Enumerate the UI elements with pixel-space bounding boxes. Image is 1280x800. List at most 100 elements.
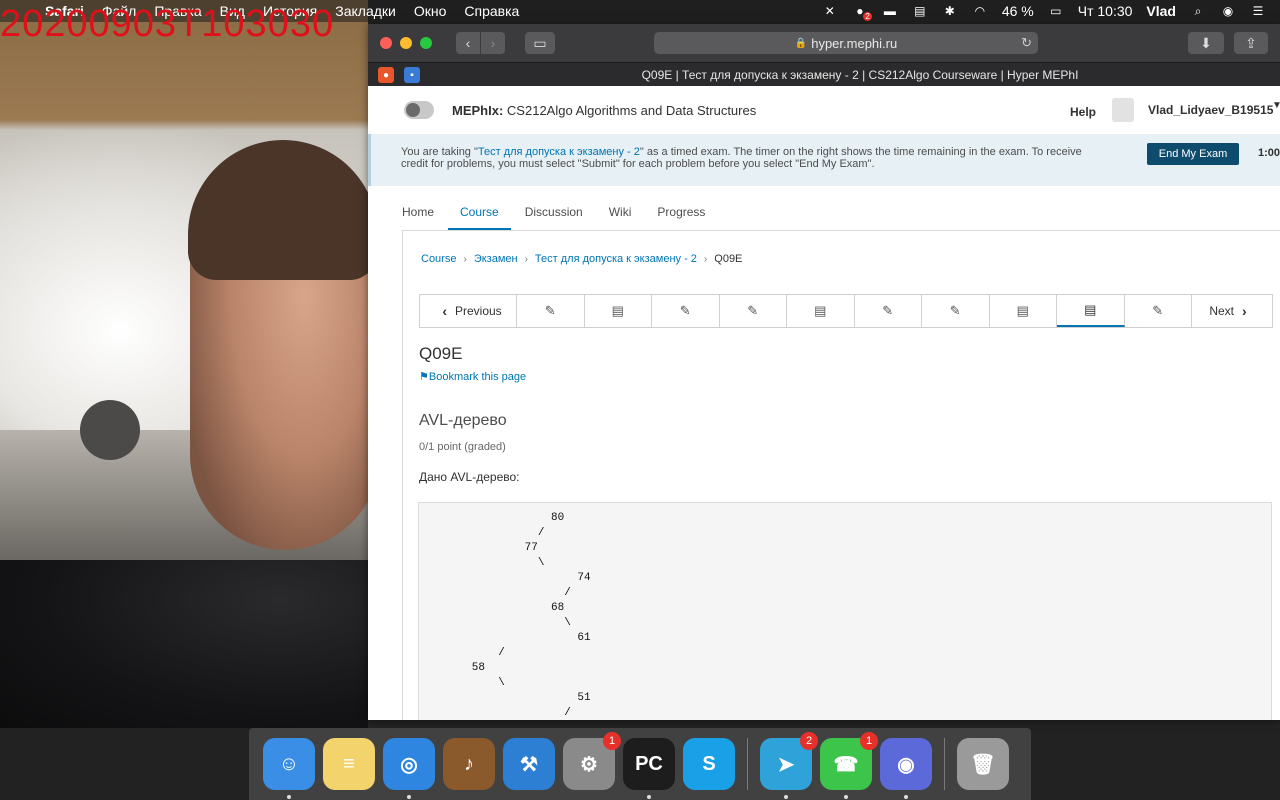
course-title: MEPhIx: CS212Algo Algorithms and Data St… [452, 103, 756, 118]
next-label: Next [1209, 304, 1234, 318]
breadcrumb-separator-icon: › [524, 253, 528, 265]
running-indicator [784, 795, 788, 799]
previous-label: Previous [454, 304, 502, 318]
dock-separator [747, 738, 748, 790]
notification-center-icon[interactable]: ☰ [1250, 4, 1266, 18]
dock-app-notes[interactable]: ≡ [323, 738, 375, 790]
notification-icon[interactable]: ● 2 [852, 4, 872, 21]
safari-icon: ◎ [400, 753, 418, 776]
back-button[interactable]: ‹ [456, 32, 480, 54]
dock-app-discord[interactable]: ◉ [880, 738, 932, 799]
breadcrumb-course[interactable]: Course [421, 253, 456, 265]
sequence-unit-5[interactable]: ▤ [787, 295, 855, 327]
wifi-icon[interactable]: ◠ [972, 4, 988, 18]
unit-title: Q09E [419, 344, 463, 363]
dock-app-telegram[interactable]: ➤ 2 [760, 732, 818, 799]
dock-app-finder[interactable]: ☺ [263, 738, 315, 799]
book-icon: ▤ [611, 303, 624, 318]
battery-icon[interactable]: ▭ [1048, 4, 1064, 18]
help-link[interactable]: Help [1070, 105, 1096, 119]
theme-toggle[interactable] [404, 101, 434, 119]
safari-window: ‹ › ▭ 🔒 hyper.mephi.ru ↻ ⬇ ⇪ ● ▪ Q09E | … [368, 24, 1280, 720]
tab-wiki[interactable]: Wiki [609, 198, 632, 228]
dock-app-safari[interactable]: ◎ [383, 738, 435, 799]
edit-icon: ✎ [544, 303, 556, 318]
siri-icon[interactable]: ◉ [1220, 4, 1236, 18]
menubar-user[interactable]: Vlad [1146, 3, 1176, 19]
dock-app-garageband[interactable]: ♪ [443, 738, 495, 790]
menu-bookmarks[interactable]: Закладки [326, 3, 405, 19]
menubar-clock[interactable]: Чт 10:30 [1078, 3, 1133, 19]
chevron-right-icon: › [1242, 303, 1247, 319]
lock-icon: 🔒 [794, 37, 808, 49]
dock-app-skype[interactable]: S [683, 738, 735, 790]
dock-app-facetime[interactable]: ☎ 1 [820, 732, 878, 799]
zoom-window-button[interactable] [420, 37, 432, 49]
tab-discussion[interactable]: Discussion [525, 198, 583, 228]
system-preferences-icon: ⚙ [580, 753, 598, 776]
bookmark-icon: ⚑ [419, 371, 429, 383]
tab-bar: ● ▪ Q09E | Тест для допуска к экзамену -… [368, 62, 1280, 87]
share-button[interactable]: ⇪ [1234, 32, 1268, 54]
reload-icon[interactable]: ↻ [1021, 35, 1032, 51]
bluetooth-icon[interactable]: ✱ [942, 4, 958, 18]
downloads-button[interactable]: ⬇ [1188, 32, 1224, 54]
extension-icon[interactable]: ● [378, 67, 394, 83]
running-indicator [407, 795, 411, 799]
xcode-icon: ⚒ [520, 753, 538, 776]
dock-app-system-preferences[interactable]: ⚙ 1 [563, 732, 621, 790]
tab-progress[interactable]: Progress [657, 198, 705, 228]
sequence-unit-3[interactable]: ✎ [652, 295, 720, 327]
dock-badge: 1 [860, 732, 878, 750]
sequence-unit-6[interactable]: ✎ [855, 295, 922, 327]
username[interactable]: Vlad_Lidyaev_B19515 [1148, 103, 1273, 117]
dock-app-pycharm[interactable]: PC [623, 738, 675, 799]
course-content: Course › Экзамен › Тест для допуска к эк… [402, 230, 1280, 720]
dock-app-trash[interactable]: 🗑 [957, 738, 1009, 790]
sequence-unit-10[interactable]: ✎ [1125, 295, 1192, 327]
chat-icon[interactable]: ▬ [882, 4, 898, 18]
exam-link[interactable]: Тест для допуска к экзамену - 2 [478, 146, 640, 158]
sequence-unit-8[interactable]: ▤ [990, 295, 1057, 327]
next-button[interactable]: Next › [1192, 295, 1272, 327]
tab-home[interactable]: Home [402, 198, 434, 228]
sequence-unit-7[interactable]: ✎ [922, 295, 990, 327]
end-exam-button[interactable]: End My Exam [1147, 143, 1239, 165]
problem-title: AVL-дерево [419, 412, 507, 429]
battery-percent[interactable]: 46 % [1002, 3, 1034, 19]
skype-icon: S [702, 752, 716, 775]
avatar[interactable] [1112, 98, 1134, 122]
flag-icon[interactable]: ▤ [912, 4, 928, 18]
web-page: MEPhIx: CS212Algo Algorithms and Data St… [368, 86, 1280, 720]
previous-button[interactable]: ‹ Previous [420, 295, 517, 327]
address-bar[interactable]: 🔒 hyper.mephi.ru ↻ [654, 32, 1038, 54]
breadcrumb-exam[interactable]: Экзамен [474, 253, 518, 265]
sequence-unit-1[interactable]: ✎ [517, 295, 585, 327]
tab-course[interactable]: Course [448, 198, 511, 231]
notes-icon: ≡ [343, 752, 355, 775]
active-tab-title[interactable]: Q09E | Тест для допуска к экзамену - 2 |… [440, 68, 1280, 82]
sequence-unit-4[interactable]: ✎ [720, 295, 787, 327]
running-indicator [844, 795, 848, 799]
sequence-unit-9[interactable]: ▤ [1057, 295, 1125, 327]
org-name: MEPhIx: [452, 102, 504, 118]
browser-toolbar: ‹ › ▭ 🔒 hyper.mephi.ru ↻ ⬇ ⇪ [368, 24, 1280, 62]
minimize-window-button[interactable] [400, 37, 412, 49]
bookmark-link[interactable]: ⚑Bookmark this page [419, 370, 526, 383]
forward-button[interactable]: › [481, 32, 505, 54]
sidebar-toggle-button[interactable]: ▭ [525, 32, 555, 54]
menu-help[interactable]: Справка [455, 3, 528, 19]
close-window-button[interactable] [380, 37, 392, 49]
mute-icon[interactable]: ✕ [822, 4, 838, 18]
user-menu-caret-icon[interactable]: ▼ [1272, 100, 1280, 111]
exam-timer: 1:00: [1258, 147, 1280, 159]
site-header: MEPhIx: CS212Algo Algorithms and Data St… [368, 86, 1280, 135]
spotlight-icon[interactable]: ⌕ [1190, 4, 1206, 18]
sequence-unit-2[interactable]: ▤ [585, 295, 652, 327]
feedback-icon[interactable]: ▪ [404, 67, 420, 83]
history-nav: ‹ › [456, 32, 505, 54]
finder-icon: ☺ [278, 752, 300, 775]
dock-app-xcode[interactable]: ⚒ [503, 738, 555, 790]
breadcrumb-test[interactable]: Тест для допуска к экзамену - 2 [535, 253, 697, 265]
menu-window[interactable]: Окно [405, 3, 456, 19]
